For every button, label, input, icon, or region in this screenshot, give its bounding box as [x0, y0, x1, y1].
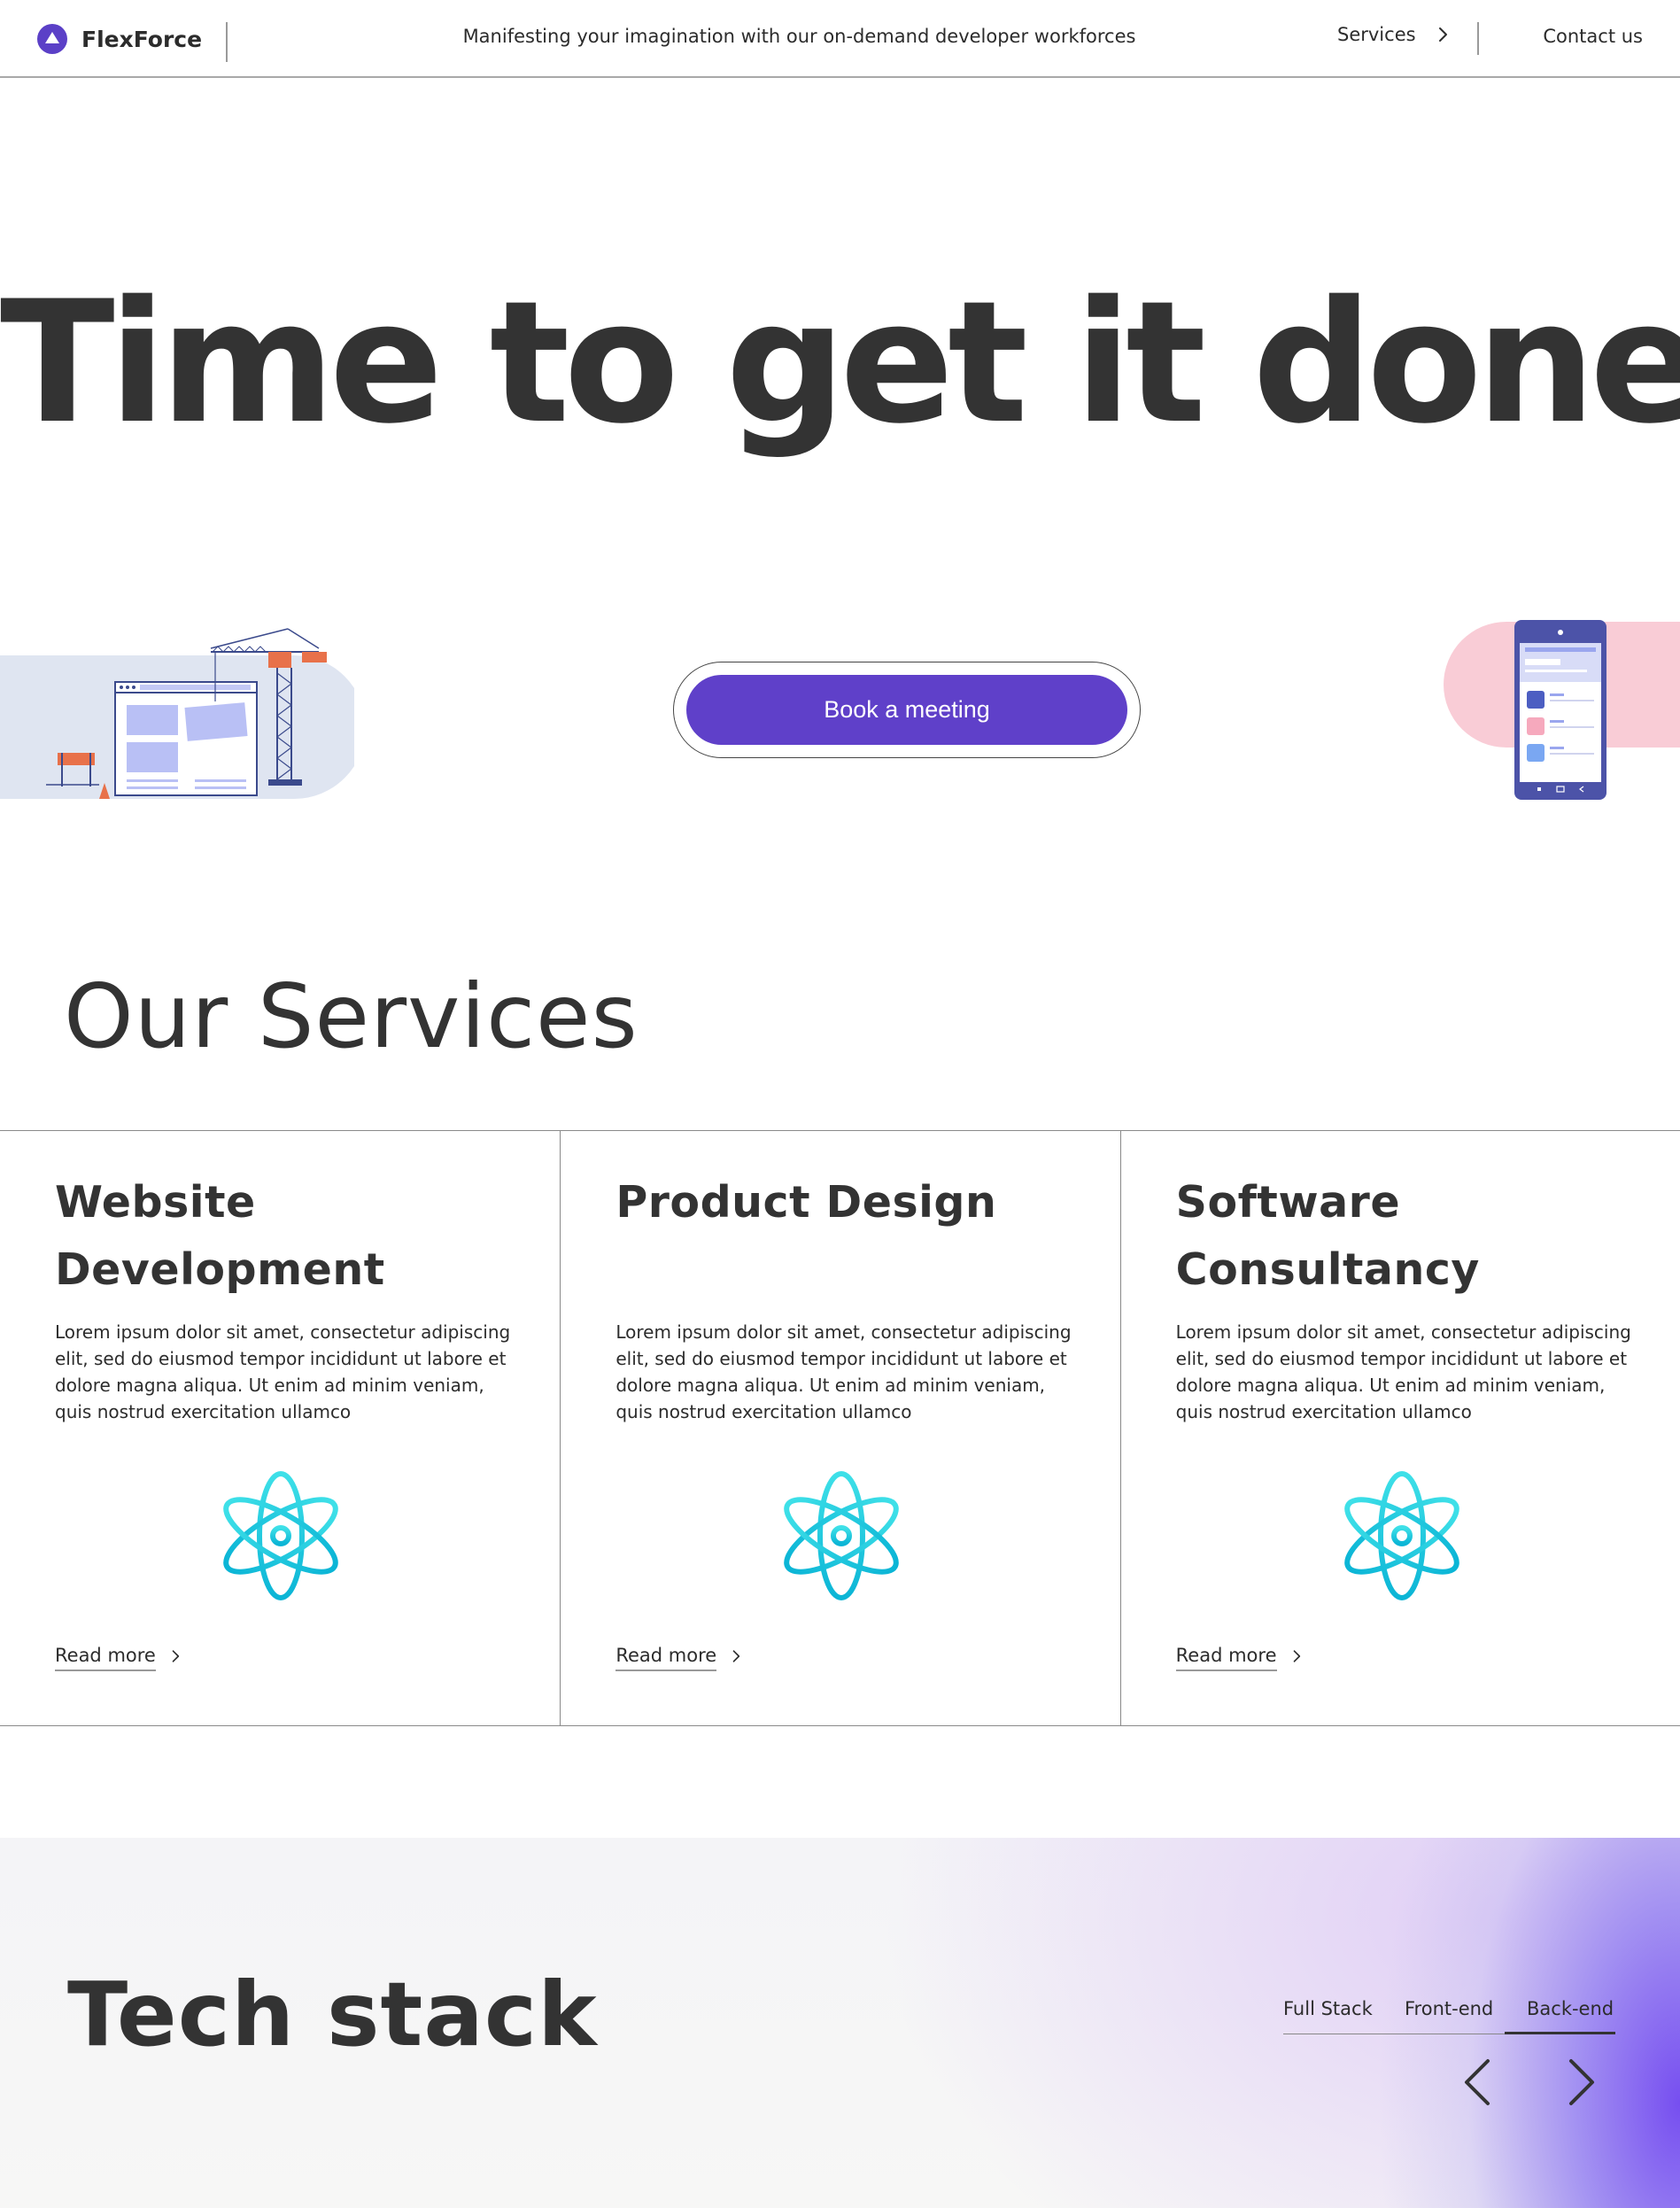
tab-back-end[interactable]: Back-end	[1505, 1995, 1615, 2034]
atom-icon	[784, 1471, 900, 1600]
services-heading: Our Services	[64, 965, 639, 1068]
carousel-prev-button[interactable]	[1458, 2056, 1497, 2109]
service-card: Website Development Lorem ipsum dolor si…	[0, 1131, 560, 1725]
atom-icon	[223, 1471, 338, 1600]
read-more-label: Read more	[615, 1645, 717, 1671]
tab-full-stack[interactable]: Full Stack	[1283, 1995, 1405, 2034]
chevron-right-icon	[172, 1650, 180, 1662]
nav-tagline: Manifesting your imagination with our on…	[462, 26, 1136, 47]
construction-illustration	[0, 628, 354, 799]
nav-divider	[1477, 22, 1479, 55]
read-more-link[interactable]: Read more	[1175, 1645, 1305, 1671]
nav-divider	[226, 22, 228, 62]
atom-icon	[1343, 1471, 1459, 1600]
read-more-label: Read more	[1175, 1645, 1277, 1671]
contact-us-link[interactable]: Contact us	[1543, 26, 1643, 47]
carousel-next-button[interactable]	[1562, 2056, 1601, 2109]
brand-link[interactable]: FlexForce	[37, 23, 202, 55]
cta-outline: Book a meeting	[673, 662, 1141, 758]
read-more-link[interactable]: Read more	[615, 1645, 745, 1671]
read-more-label: Read more	[55, 1645, 156, 1671]
service-card: Software Consultancy Lorem ipsum dolor s…	[1119, 1131, 1680, 1725]
services-menu-button[interactable]: Services	[1337, 24, 1453, 45]
chevron-left-icon	[1465, 2059, 1490, 2105]
book-meeting-button[interactable]: Book a meeting	[686, 675, 1127, 745]
read-more-link[interactable]: Read more	[55, 1645, 184, 1671]
service-card-title: Website Development	[55, 1177, 385, 1295]
chevron-right-icon	[1293, 1650, 1300, 1662]
hero-title: Time to get it done	[0, 265, 1680, 461]
services-menu-label: Services	[1337, 24, 1416, 45]
brand-name: FlexForce	[81, 26, 203, 52]
service-card: Product Design Lorem ipsum dolor sit ame…	[560, 1131, 1119, 1725]
top-navbar: FlexForce Manifesting your imagination w…	[0, 0, 1680, 78]
service-card-title: Software Consultancy	[1175, 1177, 1480, 1295]
tech-stack-tabs: Full Stack Front-end Back-end	[1283, 1995, 1615, 2034]
tech-stack-section: Tech stack Full Stack Front-end Back-end	[0, 1838, 1680, 2208]
service-card-title: Product Design	[615, 1177, 997, 1228]
chevron-right-icon	[1569, 2059, 1594, 2105]
tab-front-end[interactable]: Front-end	[1405, 1995, 1505, 2034]
tech-stack-heading: Tech stack	[67, 1963, 598, 2066]
services-grid: Website Development Lorem ipsum dolor si…	[0, 1130, 1680, 1726]
brand-logo-icon	[37, 24, 67, 54]
service-card-description: Lorem ipsum dolor sit amet, consectetur …	[1175, 1321, 1631, 1422]
service-card-description: Lorem ipsum dolor sit amet, consectetur …	[615, 1321, 1072, 1422]
chevron-right-icon	[1438, 27, 1447, 42]
service-card-description: Lorem ipsum dolor sit amet, consectetur …	[55, 1321, 511, 1422]
mobile-app-illustration	[1444, 620, 1680, 800]
chevron-right-icon	[732, 1650, 740, 1662]
